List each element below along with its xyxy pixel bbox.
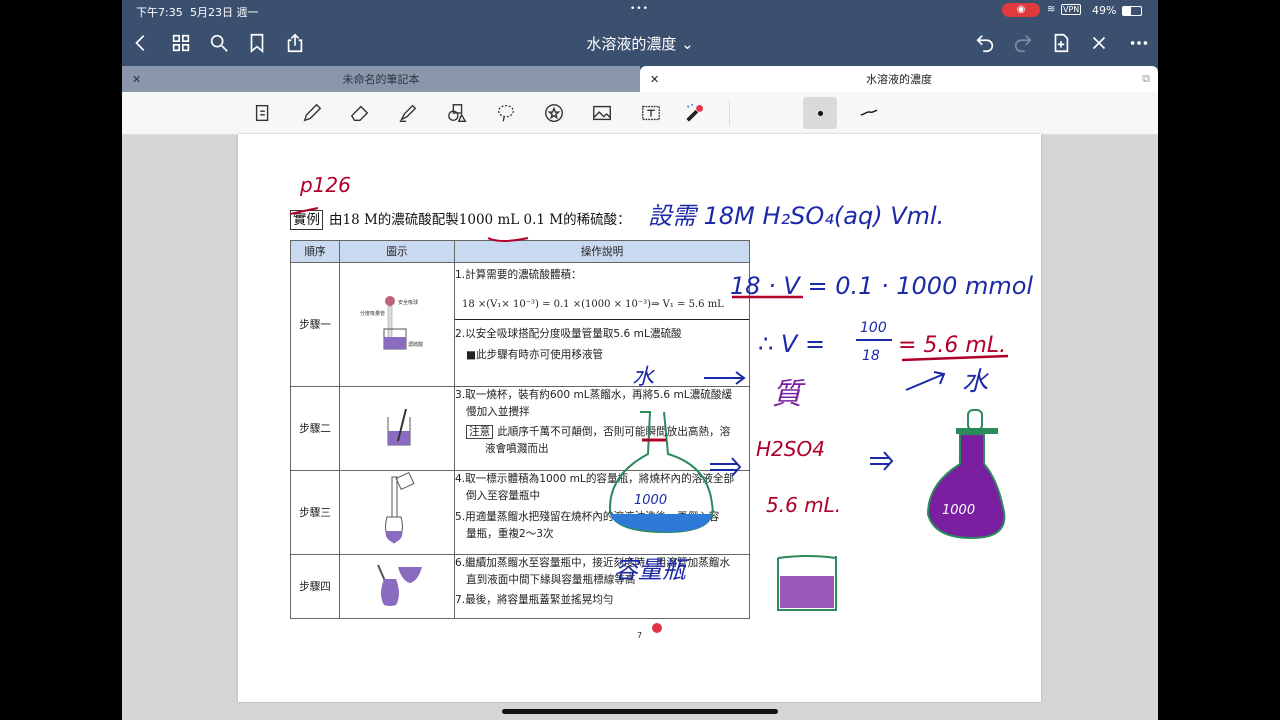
laser-pointer-icon[interactable]: [682, 100, 708, 126]
status-date: 5月23日 週一: [190, 6, 259, 19]
status-time: 下午7:35: [136, 6, 183, 19]
drawing-toolbar: [122, 92, 1158, 135]
multitask-dots-icon[interactable]: •••: [630, 4, 649, 14]
image-icon[interactable]: [589, 100, 615, 126]
eraser-icon[interactable]: [347, 100, 373, 126]
battery-icon: [1122, 6, 1142, 16]
notebook-page[interactable]: 實例 由18 M的濃硫酸配製1000 mL 0.1 M的稀硫酸： 順序 圖示 操作…: [238, 134, 1041, 702]
lasso-icon[interactable]: [493, 100, 519, 126]
highlighter-icon[interactable]: [395, 100, 421, 126]
ink-water-right: 水: [962, 367, 989, 397]
close-icon[interactable]: [1086, 30, 1112, 56]
tab-label: 水溶液的濃度: [866, 73, 932, 86]
sticker-icon[interactable]: [541, 100, 567, 126]
ink-flask-caption: 容量瓶: [614, 556, 690, 584]
ink-water-left: 水: [632, 365, 655, 390]
toolbar-divider: [729, 100, 730, 126]
pen-stroke-style-icon[interactable]: [856, 100, 882, 126]
ink-frac-num: 100: [860, 320, 887, 336]
ink-acid: H2SO4: [756, 437, 825, 461]
shapes-icon[interactable]: [444, 100, 470, 126]
tab-close-icon[interactable]: ✕: [132, 73, 141, 86]
wifi-icon: ≋: [1047, 4, 1056, 15]
ink-flask-right-volume: 1000: [942, 503, 975, 518]
redo-icon[interactable]: [1010, 30, 1036, 56]
ink-eq2-prefix: ∴ V =: [758, 330, 825, 358]
ink-frac-den: 18: [862, 348, 880, 364]
document-title[interactable]: 水溶液的濃度 ⌄: [122, 33, 1158, 54]
add-page-icon[interactable]: [1048, 30, 1074, 56]
text-select-icon[interactable]: [250, 100, 276, 126]
top-navigation-bar: 下午7:35 5月23日 週一 ••• ◉ ≋ VPN 49% 水溶液的濃度 ⌄: [122, 0, 1158, 66]
ink-flask-left-volume: 1000: [634, 493, 667, 508]
record-icon[interactable]: ◉: [1002, 3, 1040, 17]
vpn-badge: VPN: [1061, 4, 1082, 15]
more-icon[interactable]: [1126, 30, 1152, 56]
tab-bar: ✕ 未命名的筆記本 ✕ 水溶液的濃度 ⧉: [122, 66, 1158, 92]
pen-size-dot-icon: [817, 110, 823, 116]
battery-percent: 49%: [1092, 4, 1117, 17]
ink-result: = 5.6 mL.: [898, 333, 1006, 358]
home-indicator[interactable]: [502, 709, 778, 714]
ink-setup: 設需 18M H₂SO₄(aq) Vml.: [648, 202, 944, 230]
laser-dot-icon: [652, 623, 662, 633]
ink-zhi: 質: [772, 377, 806, 412]
pen-size-button[interactable]: [803, 97, 837, 129]
textbox-icon[interactable]: [638, 100, 664, 126]
ipad-screen: 下午7:35 5月23日 週一 ••• ◉ ≋ VPN 49% 水溶液的濃度 ⌄…: [122, 0, 1158, 720]
tab-label: 未命名的筆記本: [342, 73, 420, 86]
tab-close-icon[interactable]: ✕: [650, 73, 659, 86]
tab-untitled-notebook[interactable]: ✕ 未命名的筆記本: [122, 66, 640, 92]
ink-acid-volume: 5.6 mL.: [766, 493, 841, 517]
tab-solution-concentration[interactable]: ✕ 水溶液的濃度 ⧉: [640, 66, 1158, 92]
undo-icon[interactable]: [972, 30, 998, 56]
pen-icon[interactable]: [299, 100, 325, 126]
handwriting-layer[interactable]: p126 設需 18M H₂SO₄(aq) Vml. 18 · V = 0.1 …: [238, 134, 1041, 702]
ink-page-ref: p126: [299, 173, 351, 197]
split-view-icon[interactable]: ⧉: [1142, 72, 1150, 86]
